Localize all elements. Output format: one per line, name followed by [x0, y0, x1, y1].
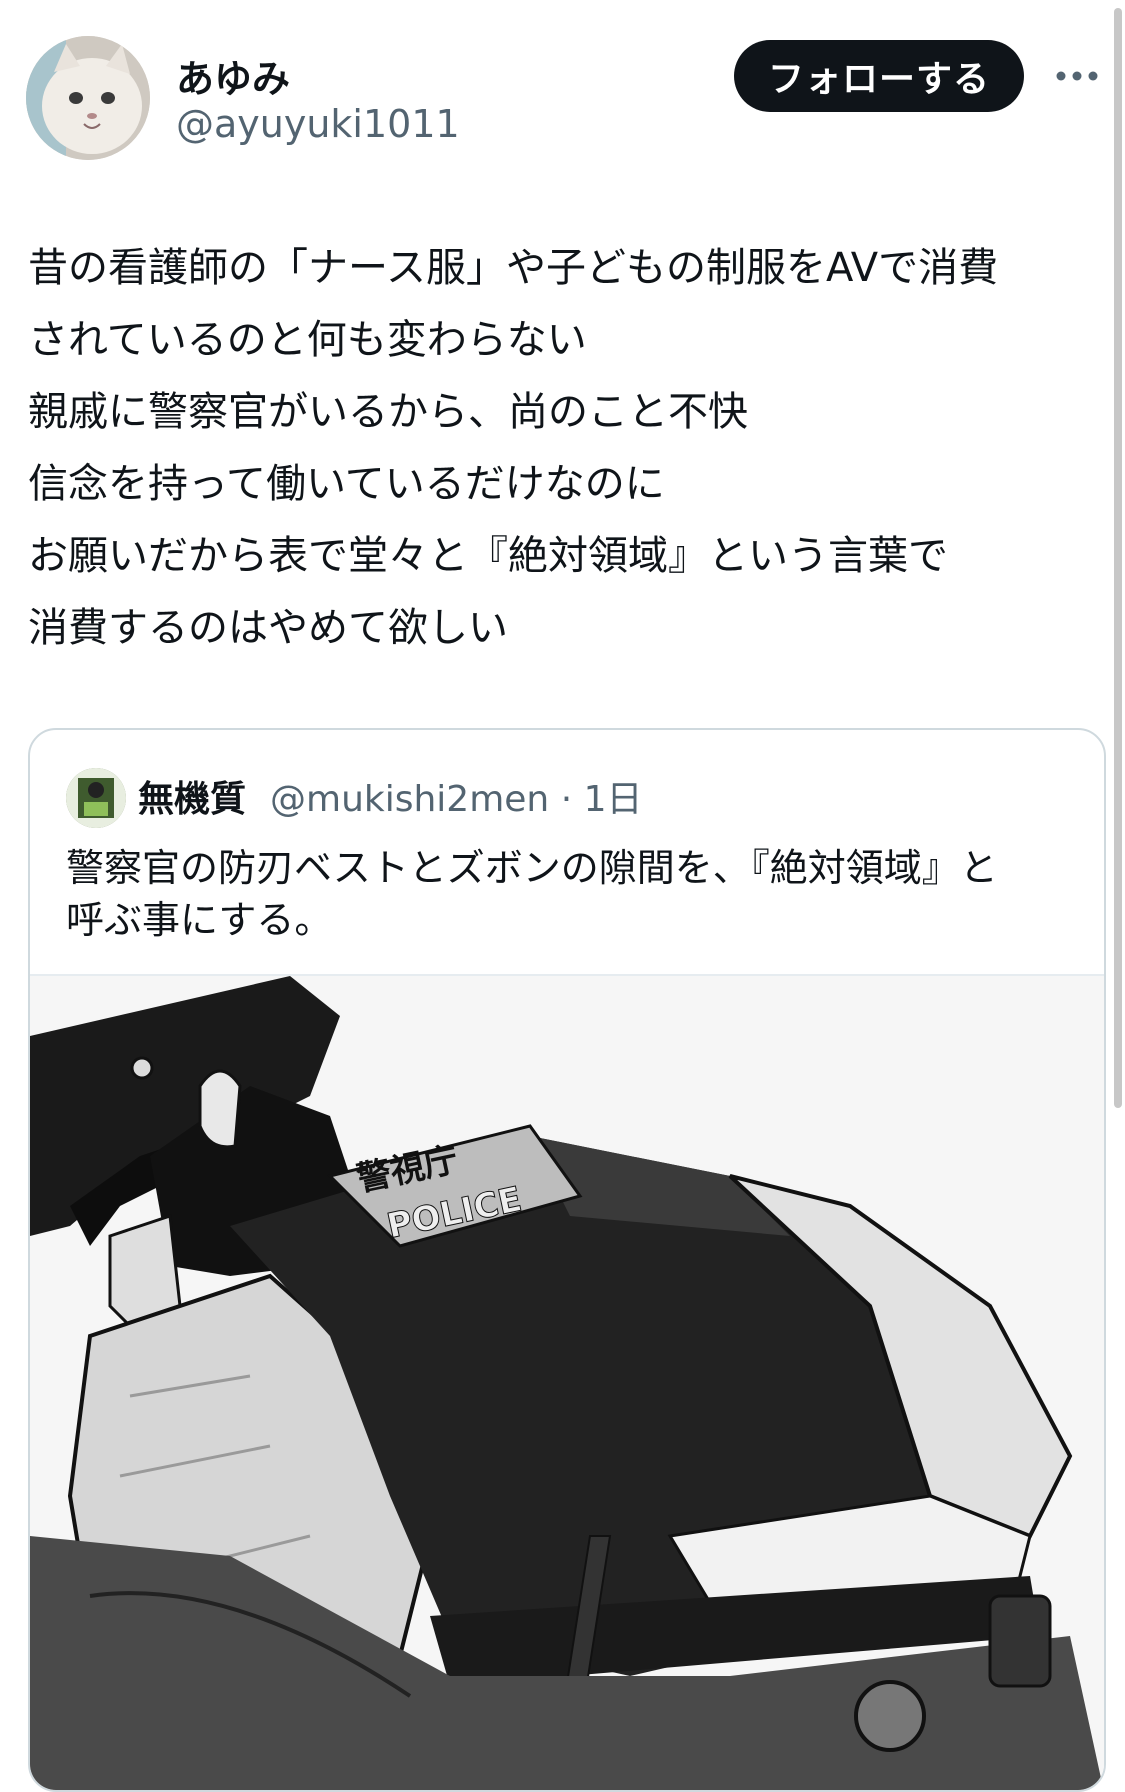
quoted-tweet-text: 警察官の防刃ベストとズボンの隙間を、『絶対領域』と 呼ぶ事にする。 — [66, 842, 1076, 946]
tweet-line: お願いだから表で堂々と『絶対領域』という言葉で — [28, 533, 948, 579]
tweet-text: 昔の看護師の「ナース服」や子どもの制服をAVで消費 されているのと何も変わらない… — [28, 232, 1108, 664]
author-display-name[interactable]: あゆみ — [176, 48, 290, 103]
quoted-time: · 1日 — [560, 779, 643, 820]
author-avatar[interactable] — [26, 36, 150, 160]
quoted-line: 呼ぶ事にする。 — [66, 898, 333, 942]
quoted-handle-line[interactable]: @mukishi2men · 1日 — [270, 770, 643, 822]
quoted-handle: @mukishi2men — [270, 779, 550, 820]
tweet-line: されているのと何も変わらない — [28, 317, 587, 363]
quoted-author-avatar[interactable] — [66, 768, 126, 828]
cat-avatar-image — [26, 36, 150, 160]
tweet-line: 信念を持って働いているだけなのに — [28, 461, 665, 507]
quoted-tweet-card[interactable]: 無機質 @mukishi2men · 1日 警察官の防刃ベストとズボンの隙間を、… — [28, 728, 1106, 1792]
quoted-line: 警察官の防刃ベストとズボンの隙間を、『絶対領域』と — [66, 846, 998, 890]
tweet-line: 親戚に警察官がいるから、尚のこと不快 — [28, 389, 748, 435]
follow-button[interactable]: フォローする — [734, 40, 1024, 112]
police-illustration: 警視庁 POLICE — [30, 976, 1104, 1790]
more-horizontal-icon[interactable] — [1054, 56, 1100, 96]
tweet-line: 昔の看護師の「ナース服」や子どもの制服をAVで消費 — [28, 245, 999, 291]
quoted-media-image[interactable]: 警視庁 POLICE — [30, 974, 1104, 1790]
scrollbar[interactable] — [1114, 8, 1122, 1108]
quoted-display-name[interactable]: 無機質 — [138, 770, 246, 822]
tweet-line: 消費するのはやめて欲しい — [28, 605, 508, 651]
author-handle[interactable]: @ayuyuki1011 — [176, 102, 460, 146]
